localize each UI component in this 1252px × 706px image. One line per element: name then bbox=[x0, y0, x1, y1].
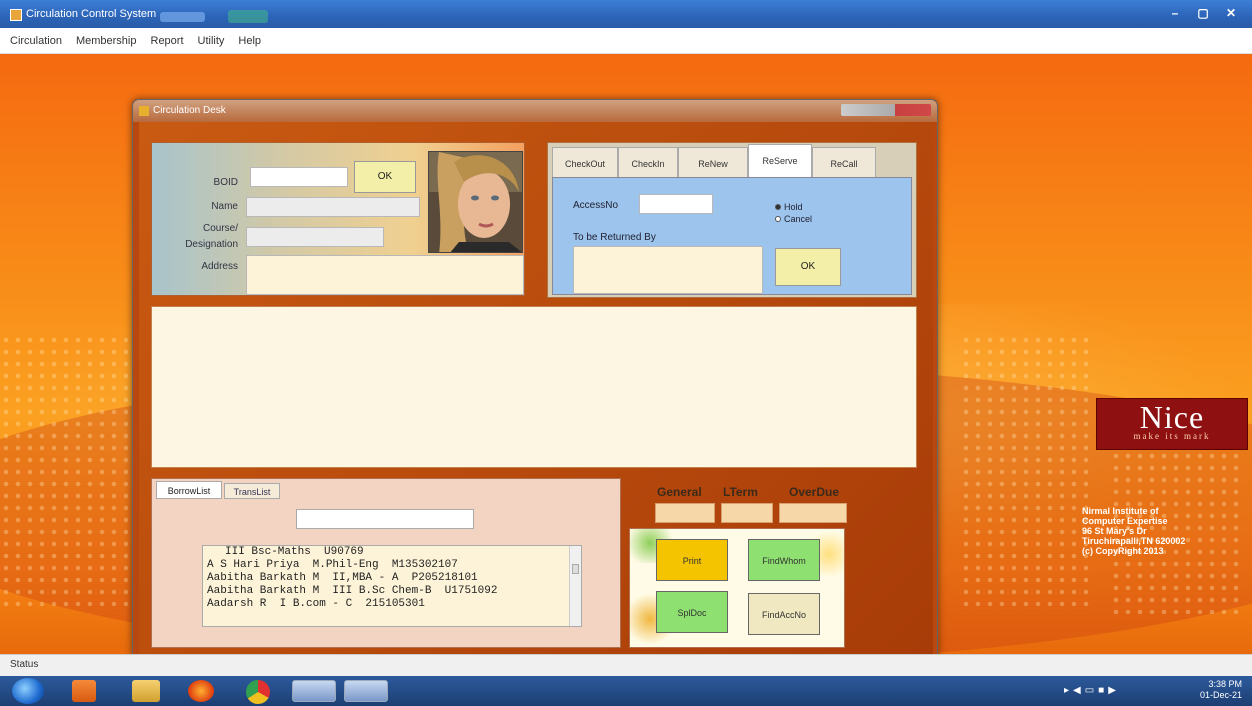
institute-info: Nirmal Institute of Computer Expertise 9… bbox=[1082, 506, 1248, 556]
borrow-search-input[interactable] bbox=[296, 509, 474, 529]
minimize-button[interactable]: – bbox=[1162, 4, 1188, 22]
menu-membership[interactable]: Membership bbox=[76, 35, 137, 47]
list-scrollbar[interactable] bbox=[569, 546, 581, 626]
tab-checkin[interactable]: CheckIn bbox=[618, 147, 678, 179]
borrow-list-panel: BorrowList TransList III Bsc-Maths U9076… bbox=[151, 478, 621, 648]
titlebar-decoration bbox=[228, 10, 268, 23]
menu-report[interactable]: Report bbox=[151, 35, 184, 47]
student-panel: BOID OK Name Course/ Designation Address bbox=[151, 142, 525, 296]
tab-borrowlist[interactable]: BorrowList bbox=[156, 481, 222, 499]
course-field[interactable] bbox=[246, 227, 384, 247]
firefox-icon[interactable] bbox=[188, 680, 214, 702]
titlebar-decoration bbox=[160, 12, 205, 22]
general-label: General bbox=[657, 485, 702, 499]
circulation-desk-window: Circulation Desk BOID OK Name Course/ De… bbox=[132, 99, 938, 659]
radio-cancel-indicator bbox=[775, 216, 781, 222]
reserve-ok-button[interactable]: OK bbox=[775, 248, 841, 286]
returned-by-label: To be Returned By bbox=[573, 232, 656, 243]
spldoc-button[interactable]: SplDoc bbox=[656, 591, 728, 633]
tab-renew[interactable]: ReNew bbox=[678, 147, 748, 179]
radio-hold[interactable]: Hold bbox=[775, 202, 803, 212]
lterm-label: LTerm bbox=[723, 485, 758, 499]
tab-recall[interactable]: ReCall bbox=[812, 147, 876, 179]
media-player-icon[interactable] bbox=[72, 680, 96, 702]
status-text: Status bbox=[10, 659, 39, 670]
list-item[interactable]: Aabitha Barkath M II,MBA - A P205218101 bbox=[203, 572, 581, 585]
transaction-details-area bbox=[151, 306, 917, 468]
menubar: Circulation Membership Report Utility He… bbox=[0, 28, 1252, 54]
app-titlebar: Circulation Control System – ▢ ✕ bbox=[0, 0, 1252, 28]
list-item[interactable]: III Bsc-Maths U90769 bbox=[203, 546, 581, 559]
logo-text: Nice bbox=[1139, 399, 1205, 435]
action-buttons-panel: Print FindWhom SplDoc FindAccNo bbox=[629, 528, 845, 648]
radio-hold-label: Hold bbox=[784, 202, 803, 212]
logo-tagline: make its mark bbox=[1133, 431, 1211, 441]
start-button[interactable] bbox=[12, 678, 44, 704]
boid-label: BOID bbox=[213, 177, 238, 188]
designation-label: Designation bbox=[185, 239, 238, 250]
window-taskbar-icon[interactable] bbox=[344, 680, 388, 702]
address-field[interactable] bbox=[246, 255, 524, 295]
boid-ok-button[interactable]: OK bbox=[354, 161, 416, 193]
app-icon bbox=[10, 9, 22, 21]
nice-logo: Nice make its mark bbox=[1096, 398, 1248, 450]
list-item[interactable]: Aabitha Barkath M III B.Sc Chem-B U17510… bbox=[203, 585, 581, 598]
borrow-listbox[interactable]: III Bsc-Maths U90769 A S Hari Priya M.Ph… bbox=[202, 545, 582, 627]
accessno-label: AccessNo bbox=[573, 200, 619, 211]
address-label: Address bbox=[201, 261, 238, 272]
findwhom-button[interactable]: FindWhom bbox=[748, 539, 820, 581]
radio-cancel-label: Cancel bbox=[784, 214, 813, 224]
reserve-tab-body: AccessNo Hold Cancel To be Returned By O… bbox=[552, 177, 912, 295]
child-title: Circulation Desk bbox=[153, 105, 226, 116]
background-dots bbox=[0, 334, 130, 614]
scroll-thumb[interactable] bbox=[572, 564, 579, 574]
tab-checkout[interactable]: CheckOut bbox=[552, 147, 618, 179]
app-title: Circulation Control System bbox=[26, 8, 157, 20]
menu-utility[interactable]: Utility bbox=[198, 35, 225, 47]
tab-reserve[interactable]: ReServe bbox=[748, 144, 812, 178]
info-line: Computer Expertise bbox=[1082, 516, 1168, 526]
child-window-buttons[interactable] bbox=[841, 104, 931, 116]
menu-circulation[interactable]: Circulation bbox=[10, 35, 62, 47]
info-line: Tiruchirapalli,TN 620002 bbox=[1082, 536, 1186, 546]
overdue-count bbox=[779, 503, 847, 523]
name-field[interactable] bbox=[246, 197, 420, 217]
transaction-tabs-panel: CheckOut CheckIn ReNew ReServe ReCall Ac… bbox=[547, 142, 917, 298]
menu-help[interactable]: Help bbox=[238, 35, 261, 47]
background-dots bbox=[960, 334, 1090, 614]
system-tray-icons[interactable]: ▸◀▭■▶ bbox=[1064, 685, 1120, 696]
child-window-icon bbox=[139, 106, 149, 116]
overdue-label: OverDue bbox=[789, 485, 840, 499]
name-label: Name bbox=[211, 201, 238, 212]
boid-input[interactable] bbox=[250, 167, 348, 187]
radio-hold-indicator bbox=[775, 204, 781, 210]
list-item[interactable]: Aadarsh R I B.com - C 215105301 bbox=[203, 598, 581, 611]
clock-time: 3:38 PM bbox=[1208, 679, 1242, 689]
close-button[interactable]: ✕ bbox=[1218, 4, 1244, 22]
radio-cancel[interactable]: Cancel bbox=[775, 214, 812, 224]
info-line: (c) CopyRight 2013 bbox=[1082, 546, 1164, 556]
tab-translist[interactable]: TransList bbox=[224, 483, 280, 499]
member-photo bbox=[428, 151, 523, 253]
clock-date: 01-Dec-21 bbox=[1199, 690, 1242, 700]
general-count bbox=[655, 503, 715, 523]
app-taskbar-icon[interactable] bbox=[292, 680, 336, 702]
lterm-count bbox=[721, 503, 773, 523]
file-explorer-icon[interactable] bbox=[132, 680, 160, 702]
child-titlebar: Circulation Desk bbox=[133, 100, 937, 122]
status-bar: Status bbox=[0, 654, 1252, 676]
clock[interactable]: 3:38 PM 01-Dec-21 bbox=[1200, 679, 1242, 701]
course-label: Course/ bbox=[202, 223, 238, 234]
print-button[interactable]: Print bbox=[656, 539, 728, 581]
info-line: Nirmal Institute of bbox=[1082, 506, 1159, 516]
info-line: 96 St Mary's Dr bbox=[1082, 526, 1147, 536]
list-item[interactable]: A S Hari Priya M.Phil-Eng M135302107 bbox=[203, 559, 581, 572]
maximize-button[interactable]: ▢ bbox=[1190, 4, 1216, 22]
returned-by-field[interactable] bbox=[573, 246, 763, 294]
taskbar: ▸◀▭■▶ 3:38 PM 01-Dec-21 bbox=[0, 676, 1252, 706]
accessno-input[interactable] bbox=[639, 194, 713, 214]
findaccno-button[interactable]: FindAccNo bbox=[748, 593, 820, 635]
chrome-icon[interactable] bbox=[246, 680, 270, 704]
